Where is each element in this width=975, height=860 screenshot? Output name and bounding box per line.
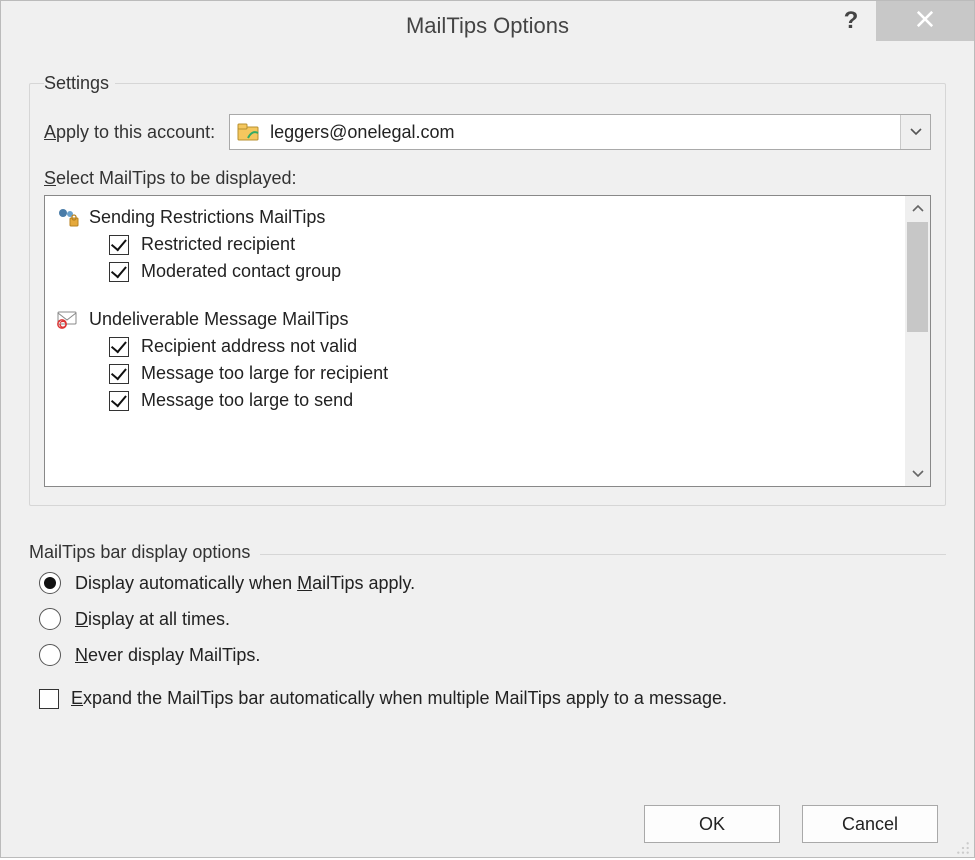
scroll-up-arrow-icon[interactable] [905,196,930,220]
select-mailtips-label: Select MailTips to be displayed: [44,168,931,189]
help-button[interactable]: ? [826,1,876,41]
settings-legend: Settings [44,73,115,94]
checkbox-message-too-large-to-send[interactable] [109,391,129,411]
list-item-label: Message too large to send [141,390,353,411]
group-title: Undeliverable Message MailTips [89,309,348,330]
list-item[interactable]: Restricted recipient [109,234,899,255]
list-item-label: Message too large for recipient [141,363,388,384]
chevron-down-icon[interactable] [900,115,930,149]
radio-label: Display at all times. [75,609,230,630]
cancel-button[interactable]: Cancel [802,805,938,843]
list-item[interactable]: Message too large for recipient [109,363,899,384]
list-item[interactable]: Moderated contact group [109,261,899,282]
checkbox-recipient-address-not-valid[interactable] [109,337,129,357]
list-item-label: Moderated contact group [141,261,341,282]
radio-input[interactable] [39,644,61,666]
account-row: Apply to this account: leggers@onelegal.… [44,114,931,150]
radio-display-automatically[interactable]: Display automatically when MailTips appl… [39,572,946,594]
dialog-body: Settings Apply to this account: leggers@… [1,51,974,857]
close-button[interactable] [876,1,974,41]
group-sending-restrictions: Sending Restrictions MailTips [55,206,899,228]
radio-display-all-times[interactable]: Display at all times. [39,608,946,630]
radio-label: Never display MailTips. [75,645,260,666]
radio-never-display[interactable]: Never display MailTips. [39,644,946,666]
people-lock-icon [55,206,81,228]
close-icon [916,8,934,34]
display-options-group: MailTips bar display options Display aut… [29,542,946,713]
account-dropdown[interactable]: leggers@onelegal.com [229,114,931,150]
expand-label: Expand the MailTips bar automatically wh… [71,688,727,709]
ok-button[interactable]: OK [644,805,780,843]
resize-grip-icon[interactable] [956,839,970,853]
expand-mailtips-checkbox-row[interactable]: Expand the MailTips bar automatically wh… [39,688,946,709]
titlebar: MailTips Options ? [1,1,974,51]
account-dropdown-value: leggers@onelegal.com [270,122,900,143]
mailtips-options-dialog: MailTips Options ? Settings Apply to thi… [0,0,975,858]
dialog-title: MailTips Options [406,13,569,39]
mailtips-listbox[interactable]: Sending Restrictions MailTips Restricted… [44,195,931,487]
scroll-thumb[interactable] [907,222,928,332]
display-options-legend: MailTips bar display options [29,542,260,563]
apply-to-account-label: Apply to this account: [44,122,215,143]
radio-input[interactable] [39,572,61,594]
radio-label: Display automatically when MailTips appl… [75,573,415,594]
list-item[interactable]: Recipient address not valid [109,336,899,357]
help-icon: ? [844,7,859,35]
scroll-down-arrow-icon[interactable] [905,462,930,486]
listbox-scrollbar[interactable] [905,196,930,486]
list-item[interactable]: Message too large to send [109,390,899,411]
group-title: Sending Restrictions MailTips [89,207,325,228]
dialog-button-row: OK Cancel [29,797,946,847]
settings-group: Settings Apply to this account: leggers@… [29,73,946,506]
list-item-label: Restricted recipient [141,234,295,255]
folder-account-icon [236,121,262,143]
checkbox-message-too-large-for-recipient[interactable] [109,364,129,384]
checkbox-moderated-contact-group[interactable] [109,262,129,282]
titlebar-buttons: ? [826,1,974,41]
envelope-return-icon [55,308,81,330]
list-item-label: Recipient address not valid [141,336,357,357]
group-undeliverable: Undeliverable Message MailTips [55,308,899,330]
mailtips-list-content: Sending Restrictions MailTips Restricted… [45,196,905,486]
radio-input[interactable] [39,608,61,630]
checkbox-expand-mailtips[interactable] [39,689,59,709]
checkbox-restricted-recipient[interactable] [109,235,129,255]
